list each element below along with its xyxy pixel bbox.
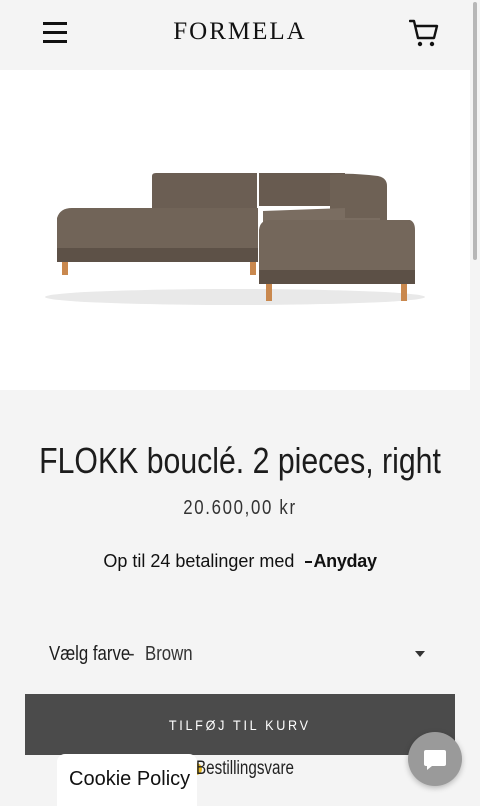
page-scrollbar[interactable] xyxy=(470,0,480,806)
cookie-policy-button[interactable]: Cookie Policy xyxy=(57,754,197,806)
anyday-brand-text: Anyday xyxy=(313,551,377,571)
site-header: FORMELA xyxy=(0,0,470,70)
cookie-policy-label: Cookie Policy xyxy=(69,768,191,790)
availability-text: Bestillingsvare xyxy=(196,758,294,779)
product-image[interactable] xyxy=(0,70,470,390)
scrollbar-thumb[interactable] xyxy=(473,2,477,260)
anyday-mark-icon xyxy=(305,561,313,564)
anyday-logo: Anyday xyxy=(305,551,377,571)
sofa-image xyxy=(45,173,425,305)
color-select-value: Brown xyxy=(145,643,193,665)
financing-info[interactable]: Op til 24 betalinger med Anyday xyxy=(0,551,480,572)
product-title: FLOKK bouclé. 2 pieces, right xyxy=(39,440,441,481)
product-price: 20.600,00 kr xyxy=(183,497,297,519)
site-logo[interactable]: FORMELA xyxy=(0,18,480,46)
add-to-cart-label: TILFØJ TIL KURV xyxy=(169,716,311,733)
color-select-label: Vælg farve xyxy=(49,643,131,665)
color-select-separator: - xyxy=(128,643,135,665)
financing-text: Op til 24 betalinger med xyxy=(103,551,295,571)
chat-button[interactable] xyxy=(408,732,462,786)
add-to-cart-button[interactable]: TILFØJ TIL KURV xyxy=(25,694,455,755)
shopping-cart-icon[interactable] xyxy=(408,18,439,48)
color-select[interactable]: Vælg farve - Brown xyxy=(49,643,429,673)
chat-bubble-icon xyxy=(424,750,446,770)
chevron-down-icon xyxy=(415,651,425,657)
